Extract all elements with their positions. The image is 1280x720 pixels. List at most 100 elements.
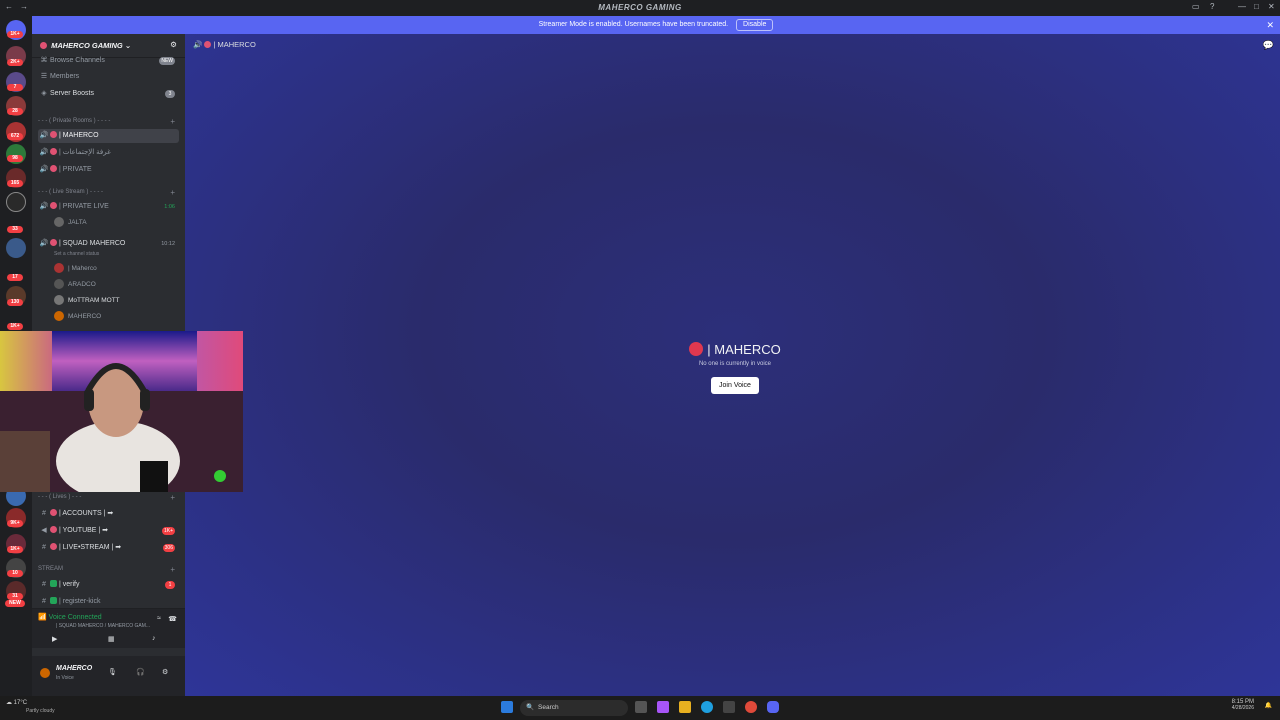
webcam-feed-image [0, 331, 243, 492]
channel-status[interactable]: Set a channel status [54, 251, 179, 261]
channel-meetings[interactable]: 🔊 | غرفة الإجتماعات [38, 146, 179, 160]
category-private-rooms[interactable]: - - - ( Private Rooms ) - - - - + [38, 117, 179, 128]
server-boosts[interactable]: ◈ Server Boosts 3 [38, 87, 179, 101]
speaker-icon: 🔊 [39, 240, 49, 247]
chat-icon[interactable]: 💬 [1263, 40, 1274, 51]
speaker-icon: 🔊 [39, 132, 49, 139]
disconnect-icon[interactable]: ☎ [168, 615, 177, 623]
channel-dot-icon [50, 543, 57, 550]
category-label: - - - ( Private Rooms ) - - - - [38, 118, 111, 124]
activity-icon[interactable]: ▦ [108, 635, 115, 643]
video-icon[interactable]: ▶ [52, 635, 57, 643]
minimize-icon[interactable]: — [1238, 2, 1246, 11]
channel-verify[interactable]: # | verify 1 [38, 578, 179, 592]
add-channel-icon[interactable]: + [170, 188, 175, 197]
channel-timer: 1:06 [164, 204, 175, 210]
guild-badge: 130 [7, 299, 23, 306]
guild-badge: 98 [7, 155, 23, 162]
check-icon [50, 597, 57, 604]
add-channel-icon[interactable]: + [170, 117, 175, 126]
browse-label: Browse Channels [50, 57, 105, 64]
join-voice-button[interactable]: Join Voice [711, 377, 759, 394]
search-icon: 🔍 [526, 704, 535, 711]
soundboard-icon[interactable]: ♪ [152, 635, 156, 642]
channel-label: | ACCOUNTS | ➡ [59, 510, 114, 517]
category-lives[interactable]: - - - ( Lives ) - - - + [38, 493, 179, 504]
help-icon[interactable]: ? [1210, 2, 1214, 11]
channel-youtube[interactable]: ◀ | YOUTUBE | ➡ 1K+ [38, 524, 179, 538]
voice-user[interactable]: ARADCO [54, 278, 179, 292]
clock[interactable]: 8:15 PM 4/28/2026 [1232, 699, 1254, 711]
add-member-icon[interactable]: ⚙ [170, 40, 177, 49]
avatar[interactable] [40, 668, 50, 678]
maximize-icon[interactable]: □ [1254, 2, 1259, 11]
voice-user[interactable]: MoTTRAM MOTT [54, 294, 179, 308]
voice-status: 📶 Voice Connected [38, 613, 102, 621]
channel-private[interactable]: 🔊 | PRIVATE [38, 163, 179, 177]
close-window-icon[interactable]: ✕ [1268, 2, 1275, 11]
voice-user[interactable]: MAHERCO [54, 310, 179, 324]
channel-dot-icon [50, 202, 57, 209]
channel-header: 🔊 | MAHERCO [193, 40, 256, 49]
notification-bell-icon[interactable]: 🔔 [1265, 702, 1272, 709]
task-view-icon[interactable] [635, 701, 647, 713]
inbox-icon[interactable]: ▭ [1192, 2, 1200, 11]
weather-widget[interactable]: ☁ 17°C [6, 699, 27, 706]
empty-voice-text: No one is currently in voice [698, 361, 772, 367]
channel-private-live[interactable]: 🔊 | PRIVATE LIVE 1:06 [38, 200, 179, 214]
explorer-icon[interactable] [679, 701, 691, 713]
search-box[interactable]: 🔍 Search [520, 700, 628, 716]
discord-icon[interactable] [767, 701, 779, 713]
channel-dot-icon [204, 41, 212, 48]
speaker-icon: 🔊 [193, 40, 203, 49]
browse-channels[interactable]: ⌘ Browse Channels NEW [38, 54, 179, 68]
channel-livestream[interactable]: # | LIVE•STREAM | ➡ 306 [38, 541, 179, 555]
boosts-label: Server Boosts [50, 90, 94, 97]
noise-suppression-icon[interactable]: ≈ [157, 615, 161, 622]
channel-dot-icon [50, 509, 57, 516]
user-name: ARADCO [68, 281, 96, 288]
channel-dot-icon [50, 131, 57, 138]
chrome-icon[interactable] [745, 701, 757, 713]
members-item[interactable]: ☰ Members [38, 70, 179, 84]
boosts-count: 3 [165, 90, 175, 98]
channel-label: | verify [59, 581, 80, 588]
channel-squad[interactable]: 🔊 | SQUAD MAHERCO 10:12 [38, 237, 179, 251]
voice-channel-view: 🔊 | MAHERCO 💬 | MAHERCO No one is curren… [185, 34, 1280, 696]
app-icon[interactable] [723, 701, 735, 713]
copilot-icon[interactable] [657, 701, 669, 713]
avatar [54, 279, 64, 290]
weather-icon: ☁ [6, 700, 12, 706]
channel-title: | MAHERCO [213, 40, 256, 49]
server-icon[interactable] [6, 192, 26, 212]
category-live-stream[interactable]: - - - ( Live Stream ) - - - - + [38, 188, 179, 199]
mic-icon[interactable]: 🎙 [108, 668, 117, 676]
guild-badge: 7 [7, 84, 23, 91]
close-banner-icon[interactable]: ✕ [1266, 16, 1274, 34]
hash-icon: # [42, 510, 46, 517]
hash-icon: # [42, 581, 46, 588]
weather-desc: Partly cloudy [26, 708, 55, 714]
voice-user[interactable]: JALTA [54, 216, 179, 230]
add-channel-icon[interactable]: + [170, 565, 175, 574]
channel-register[interactable]: # | register-kick [38, 595, 179, 609]
start-icon[interactable] [501, 701, 513, 713]
edge-icon[interactable] [701, 701, 713, 713]
disable-streamer-button[interactable]: Disable [736, 19, 774, 31]
channel-accounts[interactable]: # | ACCOUNTS | ➡ [38, 507, 179, 521]
megaphone-icon: ◀ [41, 527, 47, 534]
avatar [54, 311, 64, 322]
server-logo-icon [40, 42, 47, 49]
category-stream[interactable]: STREAM + [38, 565, 179, 576]
settings-gear-icon[interactable]: ⚙ [162, 668, 168, 676]
voice-user[interactable]: | Maherco [54, 262, 179, 276]
voice-channel-name[interactable]: | SQUAD MAHERCO / MAHERCO GAM... [56, 623, 150, 629]
server-icon[interactable] [6, 238, 26, 258]
hash-icon: # [42, 544, 46, 551]
windows-taskbar: ☁ 17°C Partly cloudy 🔍 Search 8:15 PM 4/28… [0, 696, 1280, 720]
add-channel-icon[interactable]: + [170, 493, 175, 502]
empty-voice-panel: | MAHERCO No one is currently in voice J… [685, 342, 785, 394]
unread-badge: 306 [162, 544, 175, 552]
channel-maherco[interactable]: 🔊 | MAHERCO [38, 129, 179, 143]
headphones-icon[interactable]: 🎧 [136, 668, 145, 676]
